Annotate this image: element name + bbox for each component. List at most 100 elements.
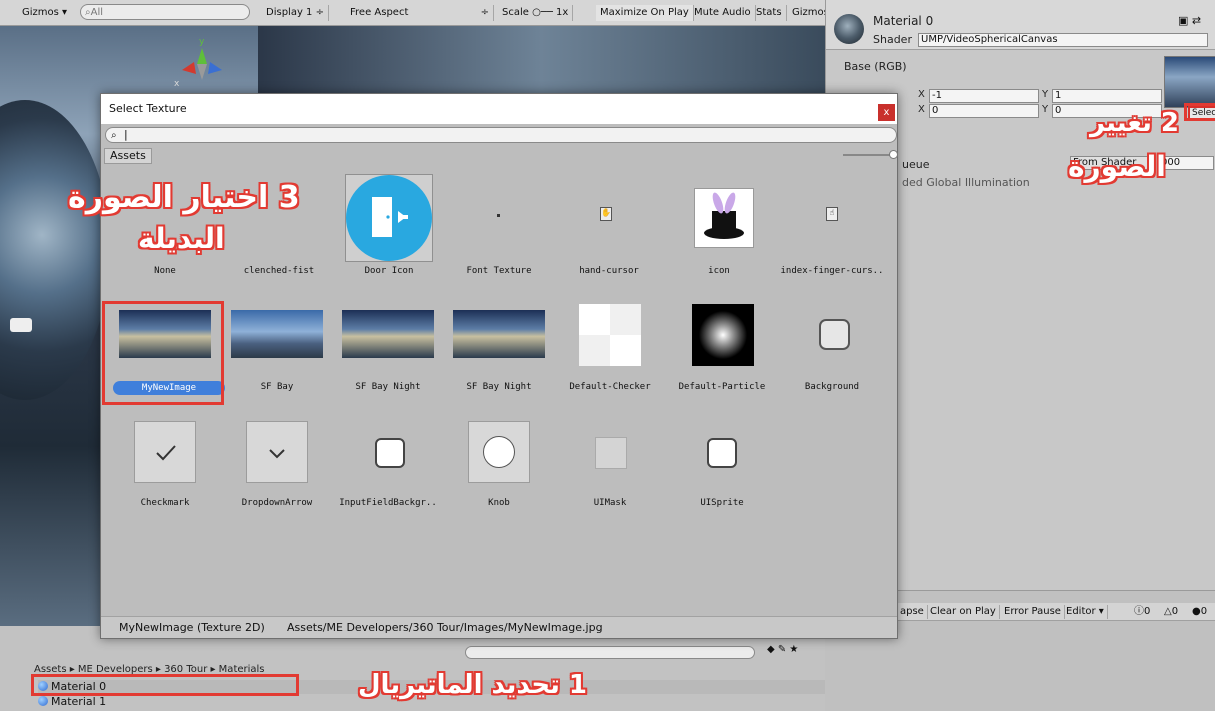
- tiling-x-field[interactable]: -1: [929, 89, 1039, 103]
- project-search-input[interactable]: [465, 646, 755, 659]
- slider-knob[interactable]: [889, 150, 898, 159]
- texture-thumb-sf-bay-night[interactable]: [342, 310, 434, 358]
- warning-count[interactable]: △0: [1161, 605, 1181, 619]
- axis-x-label: x: [174, 79, 180, 89]
- search-icon: ⌕: [111, 130, 117, 141]
- texture-caption[interactable]: Font Texture: [442, 266, 556, 276]
- texture-caption[interactable]: UISprite: [665, 498, 779, 508]
- checkmark-thumb[interactable]: [134, 421, 196, 483]
- material-name: Material 0: [873, 14, 934, 28]
- texture-caption[interactable]: Knob: [442, 498, 556, 508]
- checker-thumb[interactable]: [579, 304, 641, 366]
- error-pause-toggle[interactable]: Error Pause: [1001, 605, 1065, 619]
- texture-caption[interactable]: icon: [662, 266, 776, 276]
- particle-thumb[interactable]: [692, 304, 754, 366]
- door-icon: [346, 175, 432, 261]
- mute-audio-toggle[interactable]: Mute Audio: [690, 5, 756, 21]
- circle-icon: [483, 436, 515, 468]
- selected-texture-name: MyNewImage (Texture 2D): [119, 621, 265, 634]
- texture-caption[interactable]: UIMask: [553, 498, 667, 508]
- annotation-step-3-line1: 3 اختيار الصورة: [68, 180, 300, 215]
- hand-cursor-icon[interactable]: ✋: [600, 207, 612, 221]
- annotation-step-2-line2: الصورة: [1068, 150, 1166, 183]
- assets-tab[interactable]: Assets: [104, 148, 152, 164]
- texture-search-input[interactable]: ⌕ |: [105, 127, 897, 143]
- texture-caption[interactable]: Background: [775, 382, 889, 392]
- scene-search-input[interactable]: ⌕All: [80, 4, 250, 20]
- rounded-box-icon[interactable]: [707, 438, 737, 468]
- rounded-box-icon[interactable]: [375, 438, 405, 468]
- offset-y-label: Y: [1042, 104, 1049, 115]
- checkmark-icon: [156, 445, 176, 461]
- tiling-x-label: X: [918, 89, 925, 100]
- texture-caption[interactable]: clenched-fist: [222, 266, 336, 276]
- base-rgb-label: Base (RGB): [844, 60, 907, 73]
- project-item[interactable]: Material 1: [38, 695, 106, 709]
- annotation-step-3-line2: البديلة: [138, 222, 225, 255]
- index-finger-icon[interactable]: ☝: [826, 207, 838, 221]
- shader-dropdown[interactable]: UMP/VideoSphericalCanvas: [918, 33, 1208, 47]
- scene-toolbar: Gizmos ▾ ⌕All: [0, 0, 258, 26]
- texture-caption[interactable]: SF Bay: [220, 382, 334, 392]
- tiling-y-field[interactable]: 1: [1052, 89, 1162, 103]
- chevron-down-icon: [269, 449, 285, 459]
- collapse-toggle[interactable]: apse: [897, 605, 928, 619]
- scale-slider[interactable]: Scale ○── 1x: [498, 5, 574, 21]
- annotation-box-material: [31, 674, 299, 696]
- inspector-header: Material 0 Shader UMP/VideoSphericalCanv…: [826, 0, 1215, 50]
- global-illumination-label: ded Global Illumination: [902, 176, 1030, 189]
- texture-caption[interactable]: hand-cursor: [552, 266, 666, 276]
- texture-thumb-door[interactable]: [345, 174, 433, 262]
- aspect-dropdown[interactable]: Free Aspect ÷: [346, 5, 494, 21]
- dialog-footer: MyNewImage (Texture 2D) Assets/ME Develo…: [101, 616, 897, 638]
- render-queue-value[interactable]: 000: [1158, 156, 1214, 170]
- texture-caption[interactable]: index-finger-curs..: [775, 266, 889, 276]
- settings-icon[interactable]: ▣ ⇄: [1178, 14, 1201, 27]
- texture-caption[interactable]: Door Icon: [332, 266, 446, 276]
- annotation-box-mynewimage: [102, 301, 224, 405]
- stats-toggle[interactable]: Stats: [752, 5, 787, 21]
- texture-caption[interactable]: InputFieldBackgr..: [331, 498, 445, 508]
- texture-caption[interactable]: None: [108, 266, 222, 276]
- texture-caption[interactable]: Default-Checker: [553, 382, 667, 392]
- annotation-step-2-line1: 2 تغيير: [1090, 108, 1179, 138]
- dialog-title: Select Texture: [109, 102, 187, 115]
- texture-thumb-sf-bay[interactable]: [231, 310, 323, 358]
- texture-caption[interactable]: Default-Particle: [665, 382, 779, 392]
- magic-hat-icon[interactable]: [694, 188, 754, 248]
- base-texture-thumbnail[interactable]: [1164, 56, 1215, 108]
- texture-caption[interactable]: SF Bay Night: [331, 382, 445, 392]
- editor-dropdown[interactable]: Editor ▾: [1063, 605, 1108, 619]
- clear-on-play-toggle[interactable]: Clear on Play: [927, 605, 1000, 619]
- selected-texture-path: Assets/ME Developers/360 Tour/Images/MyN…: [287, 621, 603, 634]
- material-preview-icon: [834, 14, 864, 44]
- texture-thumb-sf-bay-night[interactable]: [453, 310, 545, 358]
- display-dropdown[interactable]: Display 1 ÷: [262, 5, 329, 21]
- dropdown-arrow-thumb[interactable]: [246, 421, 308, 483]
- close-button[interactable]: x: [878, 104, 895, 121]
- texture-caption[interactable]: Checkmark: [108, 498, 222, 508]
- dialog-title-bar[interactable]: Select Texture x: [101, 94, 897, 124]
- game-toolbar: Display 1 ÷ Free Aspect ÷ Scale ○── 1x Ma…: [258, 0, 829, 26]
- material-icon: [38, 696, 48, 706]
- thumbnail-size-slider[interactable]: [843, 154, 891, 156]
- annotation-step-1: 1 تحديد الماتيريال: [358, 670, 588, 700]
- camera-icon: [10, 318, 32, 332]
- texture-caption[interactable]: SF Bay Night: [442, 382, 556, 392]
- render-queue-label: ueue: [902, 158, 930, 171]
- info-count[interactable]: ⓘ0: [1131, 605, 1153, 619]
- maximize-on-play-toggle[interactable]: Maximize On Play: [596, 5, 694, 21]
- gizmos-menu[interactable]: Gizmos ▾: [22, 5, 67, 21]
- square-icon[interactable]: [595, 437, 627, 469]
- scene-gizmo-icon[interactable]: y x: [172, 34, 232, 94]
- rounded-box-icon[interactable]: [819, 319, 850, 350]
- project-filter-icons[interactable]: ◆ ✎ ★: [767, 644, 798, 655]
- error-count[interactable]: ●0: [1189, 605, 1210, 619]
- axis-y-label: y: [199, 37, 205, 47]
- dot-icon[interactable]: [497, 214, 500, 217]
- knob-thumb[interactable]: [468, 421, 530, 483]
- texture-caption[interactable]: DropdownArrow: [220, 498, 334, 508]
- tiling-y-label: Y: [1042, 89, 1049, 100]
- offset-x-field[interactable]: 0: [929, 104, 1039, 118]
- offset-x-label: X: [918, 104, 925, 115]
